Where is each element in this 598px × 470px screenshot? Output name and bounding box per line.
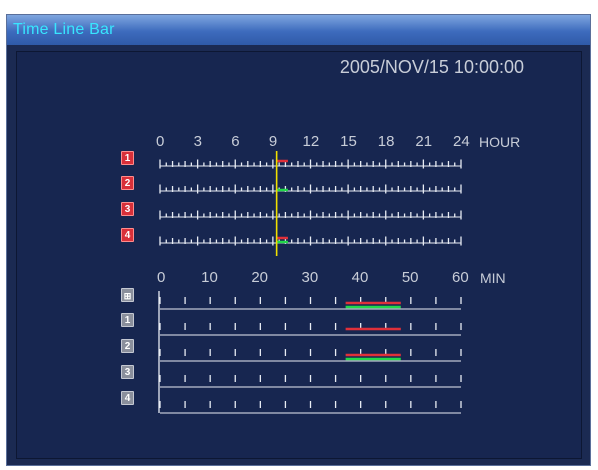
hour-tick-label: 0 [156, 133, 165, 150]
minute-channel-4-button[interactable]: 4 [121, 391, 134, 405]
hour-channel-3-button[interactable]: 3 [121, 202, 134, 216]
minute-channel-2-button[interactable]: 2 [121, 339, 134, 353]
hour-channel-2-button[interactable]: 2 [121, 176, 134, 190]
hour-tick-label: 9 [268, 133, 278, 150]
hour-tick-label: 3 [193, 133, 202, 150]
minute-tick-label: 10 [201, 269, 218, 286]
minute-tick-label: 50 [401, 269, 419, 286]
minute-tick-label: 60 [452, 269, 469, 286]
minute-all-channels-button[interactable]: ⊞ [121, 288, 134, 302]
hour-unit-label: HOUR [479, 134, 521, 150]
timeline-canvas [158, 151, 462, 414]
hour-channel-1-button[interactable]: 1 [121, 151, 134, 165]
hour-tick-label: 18 [377, 133, 395, 150]
hour-tick-label: 24 [453, 133, 470, 150]
hour-tick-label: 12 [302, 133, 320, 150]
hour-tick-label: 15 [340, 133, 357, 150]
minute-tick-label: 20 [251, 269, 269, 286]
minute-tick-label: 0 [157, 269, 166, 286]
hour-tick-label: 6 [231, 133, 240, 150]
minute-channel-3-button[interactable]: 3 [121, 365, 134, 379]
minute-unit-label: MIN [480, 270, 506, 286]
minute-tick-label: 40 [351, 269, 369, 286]
minute-channel-1-button[interactable]: 1 [121, 313, 134, 327]
hour-tick-label: 21 [415, 133, 433, 150]
minute-tick-label: 30 [301, 269, 319, 286]
hour-channel-4-button[interactable]: 4 [121, 228, 134, 242]
